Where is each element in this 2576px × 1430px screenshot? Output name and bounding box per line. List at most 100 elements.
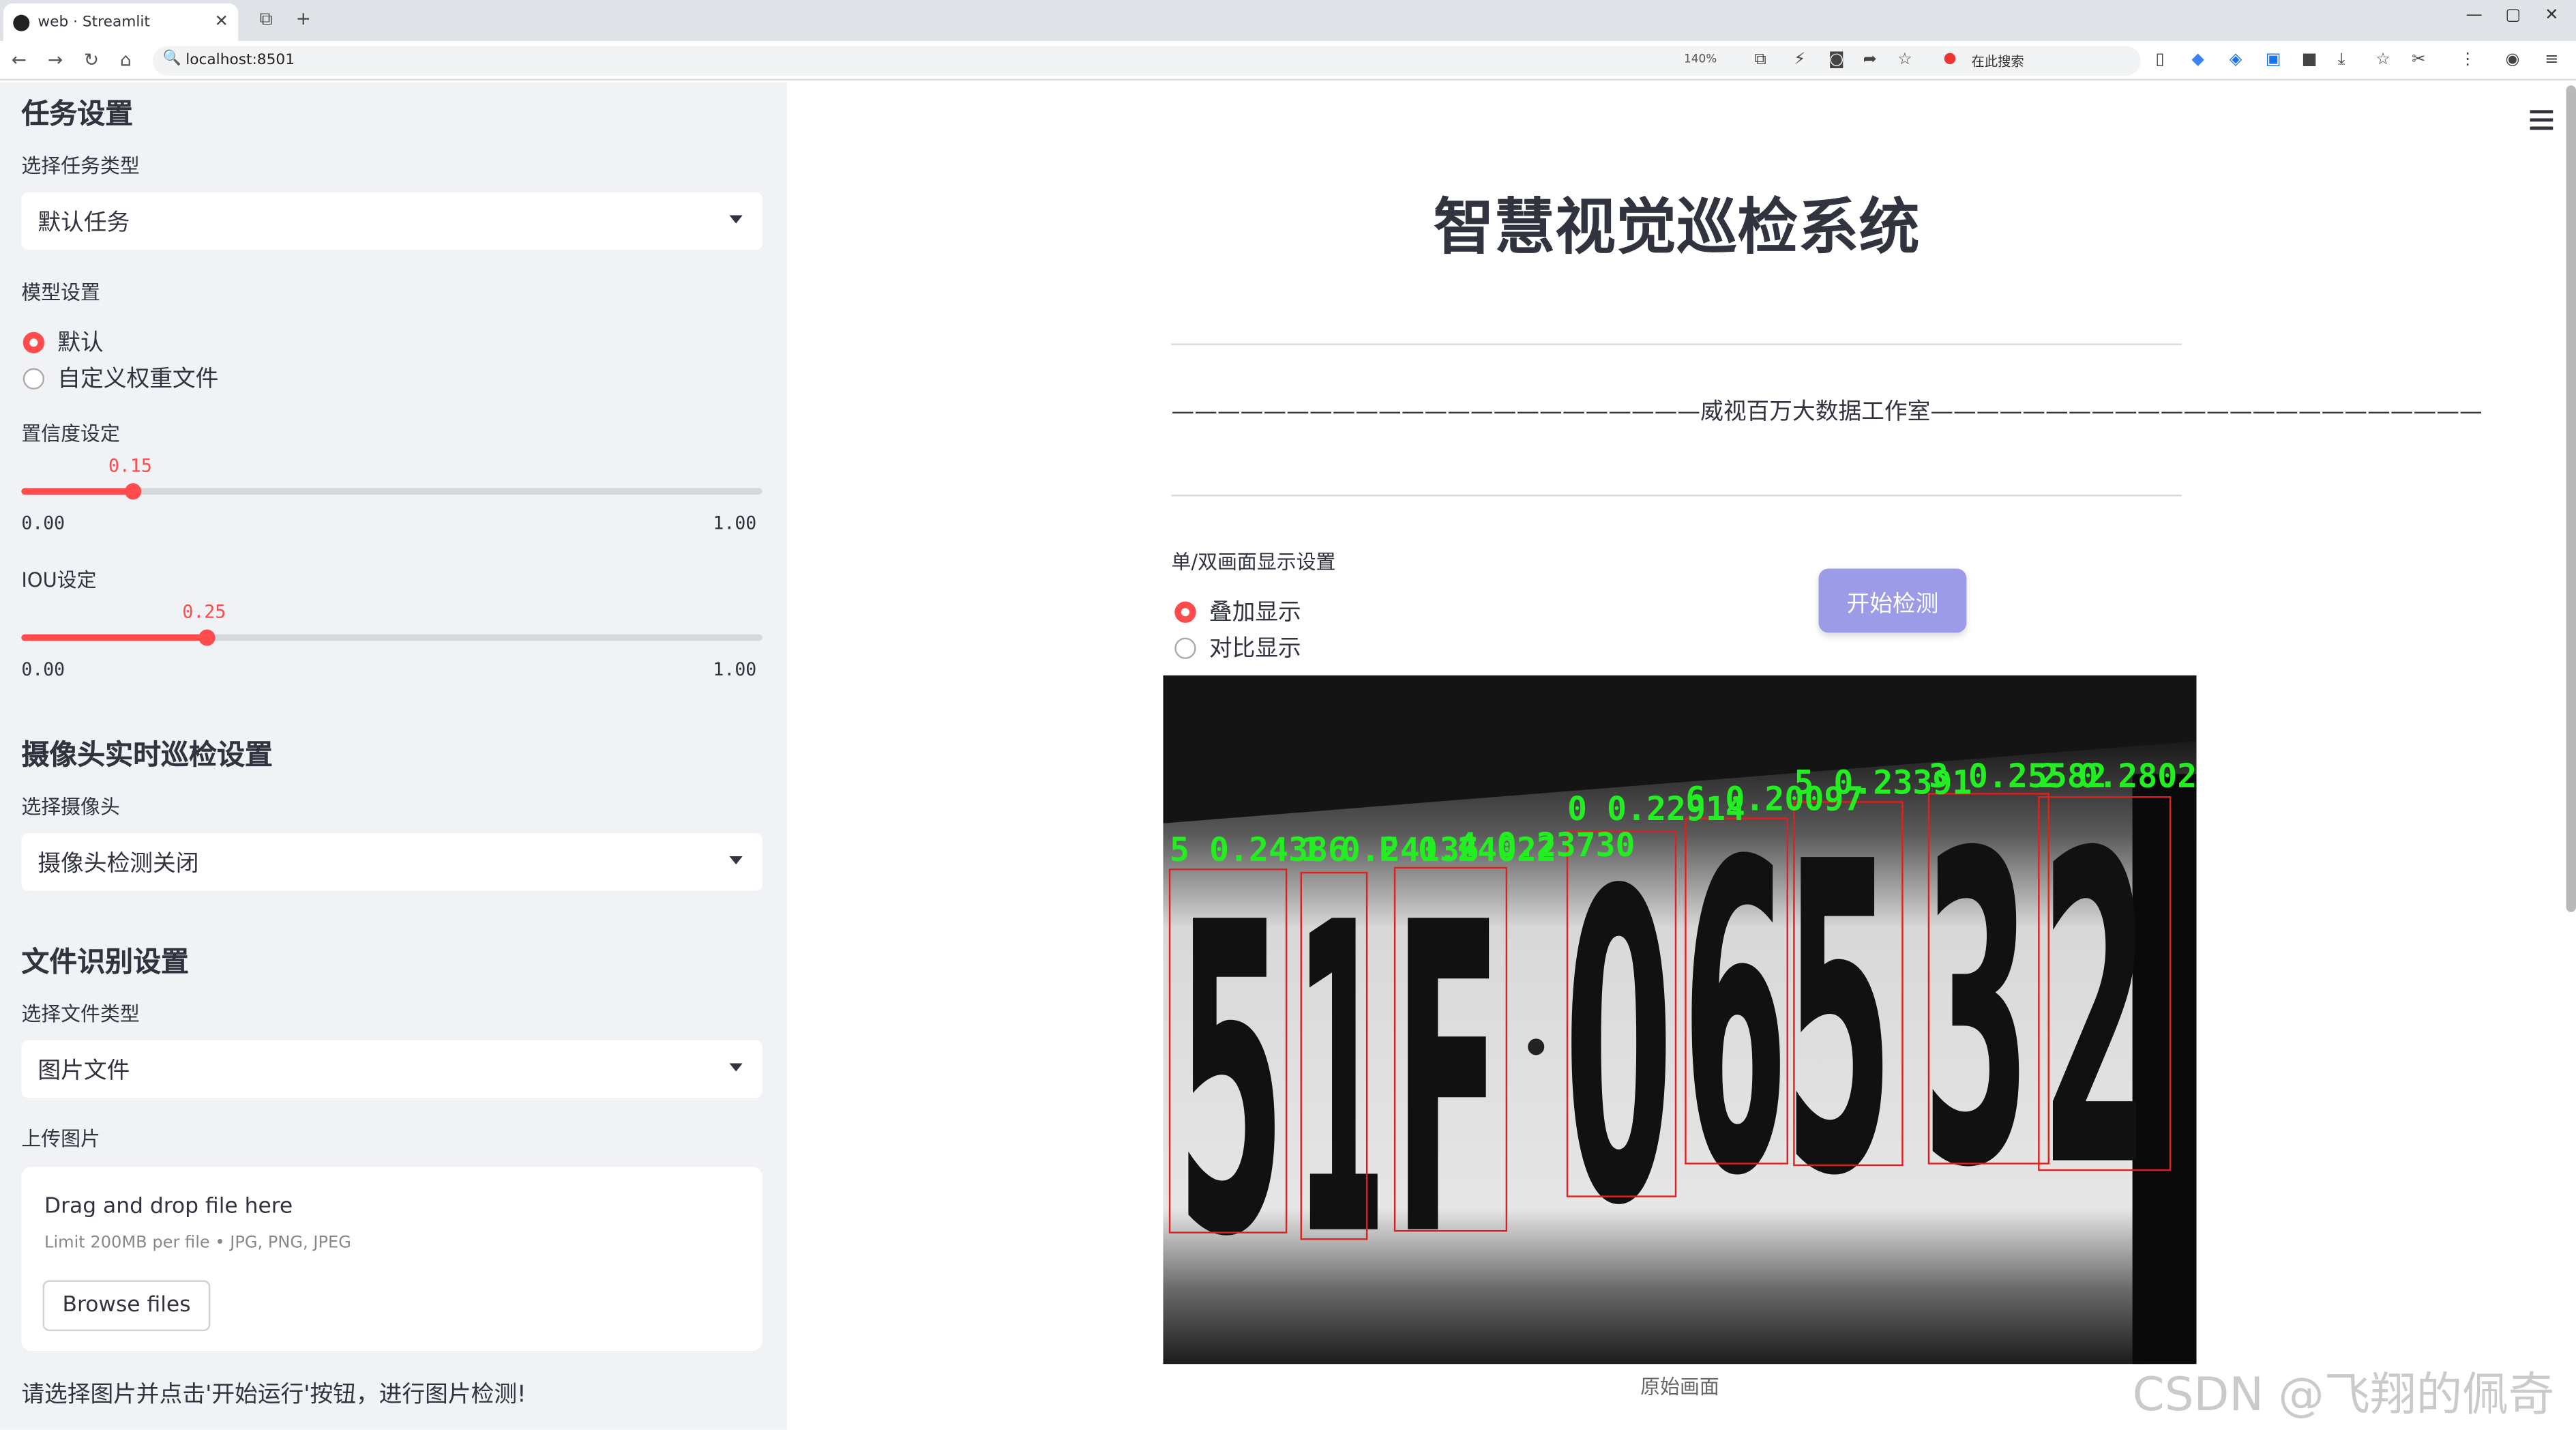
plate-character: 6 <box>1683 772 1788 1270</box>
file-type-value: 图片文件 <box>38 1058 130 1085</box>
zoom-indicator[interactable]: 140% <box>1684 53 1717 65</box>
image-caption: 原始画面 <box>1640 1375 1719 1399</box>
radio-label: 默认 <box>57 330 104 357</box>
iou-slider-thumb[interactable] <box>198 629 215 646</box>
new-tab-icon[interactable]: + <box>296 8 311 29</box>
radio-label: 自定义权重文件 <box>57 366 219 393</box>
reload-icon[interactable]: ↻ <box>84 49 99 70</box>
confidence-slider-fill <box>21 488 133 495</box>
page-scrollbar[interactable] <box>2566 85 2576 912</box>
address-bar-row: ← → ↻ ⌂ 🔍 localhost:8501 <box>0 41 2576 81</box>
browser-tab[interactable]: web · Streamlit ✕ <box>3 3 239 42</box>
confidence-max: 1.00 <box>713 512 757 534</box>
extension-icon[interactable]: ■ <box>2302 51 2318 69</box>
display-mode-label: 单/双画面显示设置 <box>1171 550 1336 574</box>
radio-label: 叠加显示 <box>1209 600 1301 626</box>
browser-search-box[interactable]: ● 在此搜索 <box>1938 48 2135 74</box>
start-detection-button[interactable]: 开始检测 <box>1818 568 1967 633</box>
detection-label: 2 0.2802 <box>2039 757 2196 796</box>
camera-select[interactable]: 摄像头检测关闭 <box>21 833 763 891</box>
model-radio-custom[interactable]: 自定义权重文件 <box>23 362 219 394</box>
file-settings-heading: 文件识别设置 <box>21 946 190 980</box>
upload-limit-text: Limit 200MB per file • JPG, PNG, JPEG <box>44 1234 351 1253</box>
search-placeholder: 在此搜索 <box>1971 54 2024 70</box>
lightning-icon[interactable]: ⚡ <box>1794 51 1805 69</box>
reader-icon[interactable]: ▯ <box>2155 51 2164 69</box>
camera-settings-heading: 摄像头实时巡检设置 <box>21 739 273 773</box>
tab-group-icon[interactable]: ⧉ <box>260 8 273 31</box>
confidence-label: 置信度设定 <box>21 422 120 446</box>
iou-label: IOU设定 <box>21 568 97 592</box>
radio-selected-icon <box>23 331 45 353</box>
page-title: 智慧视觉巡检系统 <box>1433 192 1920 263</box>
browse-files-button[interactable]: Browse files <box>42 1280 211 1332</box>
plate-character: 5 <box>1784 772 1893 1270</box>
camera-select-label: 选择摄像头 <box>21 795 120 819</box>
site-info-icon[interactable]: 🔍 <box>162 51 181 68</box>
model-radio-default[interactable]: 默认 <box>23 325 104 358</box>
url-text: localhost:8501 <box>186 53 295 70</box>
chevron-down-icon <box>729 215 743 224</box>
task-type-select[interactable]: 默认任务 <box>21 192 763 250</box>
iou-max: 1.00 <box>713 658 757 681</box>
plate-character: 2 <box>2041 764 2150 1261</box>
display-radio-compare[interactable]: 对比显示 <box>1174 631 1301 664</box>
close-tab-icon[interactable]: ✕ <box>215 13 228 31</box>
file-uploader-dropzone[interactable]: Drag and drop file here Limit 200MB per … <box>21 1167 763 1352</box>
radio-label: 对比显示 <box>1209 636 1301 662</box>
task-type-label: 选择任务类型 <box>21 154 140 178</box>
more-menu-icon[interactable]: ⋮ <box>2459 51 2476 69</box>
close-window-icon[interactable]: ✕ <box>2545 7 2558 25</box>
confidence-value: 0.15 <box>108 455 152 477</box>
detection-label: 4 0.23730 <box>1457 826 1635 864</box>
download-icon[interactable]: ⤓ <box>2338 51 2345 69</box>
maximize-icon[interactable]: ▢ <box>2505 7 2521 25</box>
plate-character: 0 <box>1564 802 1673 1299</box>
translate-icon[interactable]: ⧉ <box>1755 51 1766 69</box>
chevron-down-icon <box>729 856 743 865</box>
plate-character: 5 <box>1176 833 1286 1330</box>
browser-menu-icon[interactable]: ≡ <box>2545 51 2558 69</box>
plate-character: 3 <box>1922 764 2031 1261</box>
iou-slider-fill <box>21 634 207 641</box>
streamlit-favicon-icon <box>13 14 30 31</box>
avatar[interactable]: ◉ <box>2505 51 2519 69</box>
sidebar: 任务设置 选择任务类型 默认任务 模型设置 默认 自定义权重文件 置信度设定 0… <box>0 82 787 1430</box>
minimize-icon[interactable]: — <box>2466 7 2483 25</box>
file-type-select[interactable]: 图片文件 <box>21 1040 763 1098</box>
confidence-slider[interactable] <box>21 483 763 500</box>
favorite-star-icon[interactable]: ☆ <box>1897 51 1912 69</box>
extension-icon[interactable]: ◈ <box>2230 51 2242 69</box>
chevron-down-icon <box>729 1063 743 1072</box>
display-radio-overlay[interactable]: 叠加显示 <box>1174 595 1301 628</box>
main-menu-icon[interactable] <box>2530 110 2553 134</box>
extension-icon[interactable]: ▣ <box>2266 51 2281 69</box>
home-icon[interactable]: ⌂ <box>120 49 132 70</box>
back-icon[interactable]: ← <box>12 49 27 70</box>
bookmark-star-icon[interactable]: ☆ <box>2375 51 2390 69</box>
iou-min: 0.00 <box>21 658 65 681</box>
tools-icon[interactable]: ✂ <box>2412 51 2425 69</box>
plate-character: F <box>1393 833 1502 1330</box>
share-icon[interactable]: ➦ <box>1863 51 1877 69</box>
tab-title: web · Streamlit <box>38 14 150 31</box>
radio-unselected-icon <box>1174 637 1196 658</box>
task-type-value: 默认任务 <box>38 210 130 237</box>
model-settings-label: 模型设置 <box>21 280 100 304</box>
divider <box>1171 343 2182 345</box>
plate-character: 1 <box>1294 833 1387 1330</box>
csdn-watermark: CSDN @飞翔的佩奇 <box>2132 1367 2555 1422</box>
detection-result-image: 5 1 F 0 65 3 2 5 0.243861 0.24136F 0.240224 0.… <box>1163 675 2197 1365</box>
instruction-note: 请选择图片并点击'开始运行'按钮，进行图片检测! <box>21 1382 527 1409</box>
extension-icon[interactable]: ◆ <box>2191 51 2204 69</box>
confidence-slider-thumb[interactable] <box>124 483 141 500</box>
task-settings-heading: 任务设置 <box>21 98 134 132</box>
upload-label: 上传图片 <box>21 1127 100 1151</box>
plate-separator-dot <box>1528 1038 1545 1055</box>
camera-select-value: 摄像头检测关闭 <box>38 851 199 878</box>
divider <box>1171 495 2182 497</box>
screenshot-icon[interactable]: ◙ <box>1829 51 1844 69</box>
iou-slider[interactable] <box>21 629 763 646</box>
forward-icon[interactable]: → <box>48 49 63 70</box>
file-type-label: 选择文件类型 <box>21 1002 140 1026</box>
